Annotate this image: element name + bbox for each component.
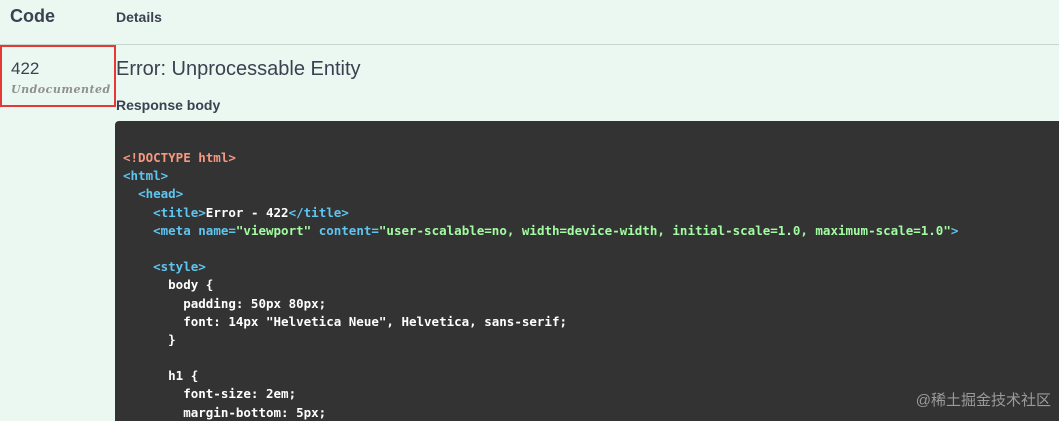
code-line: font-size: 2em; [123,385,958,403]
code-line: margin-bottom: 5px; [123,404,958,421]
code-line: font: 14px "Helvetica Neue", Helvetica, … [123,313,958,331]
code-line: <style> [123,258,958,276]
watermark: @稀土掘金技术社区 [915,392,1051,409]
code-lines: <!DOCTYPE html> <html> <head> <title>Erro… [123,149,958,421]
code-line: <head> [123,185,958,203]
code-token-tag: </title> [288,204,349,220]
code-column-header: Code [10,6,55,26]
code-token-doctype: <!DOCTYPE html> [123,150,236,165]
code-token-tag: <style> [153,259,206,275]
code-token-text: h1 { [123,368,199,384]
code-line: <title>Error - 422</title> [123,204,958,222]
response-body-label: Response body [116,97,221,113]
code-token-attr: content= [311,222,379,238]
code-line: } [123,331,958,349]
code-token-tag: <html> [123,168,169,184]
response-body-code-block[interactable]: <!DOCTYPE html> <html> <head> <title>Erro… [115,121,1059,421]
code-token-string: "user-scalable=no, width=device-width, i… [378,222,951,238]
code-line: body { [123,276,958,294]
code-token-attr: name= [198,222,236,238]
code-token-tag: <title> [153,204,206,220]
error-title: Error: Unprocessable Entity [116,58,361,80]
code-token-tag: <head> [138,186,184,202]
code-line: <html> [123,167,958,185]
code-token-text: Error - 422 [205,204,289,220]
responses-table-header: Code Details [0,0,1059,45]
code-line: <meta name="viewport" content="user-scal… [123,222,958,240]
code-token-tag: <meta [153,222,199,238]
code-token-text: font-size: 2em; [123,386,297,402]
code-token-tag: > [950,222,959,238]
code-token-text: margin-bottom: 5px; [123,404,327,420]
code-token-text: body { [123,277,214,293]
code-token-text: font: 14px "Helvetica Neue", Helvetica, … [123,313,568,329]
code-line: padding: 50px 80px; [123,295,958,313]
code-token-text: } [123,331,176,347]
code-token-text: padding: 50px 80px; [123,295,327,311]
status-code: 422 [11,59,40,78]
response-code-cell: 422 Undocumented [0,45,116,107]
undocumented-label: Undocumented [11,83,111,96]
code-token-string: "viewport" [235,222,312,238]
details-column-header: Details [116,9,162,25]
code-line: h1 { [123,367,958,385]
code-line: <!DOCTYPE html> [123,149,958,167]
